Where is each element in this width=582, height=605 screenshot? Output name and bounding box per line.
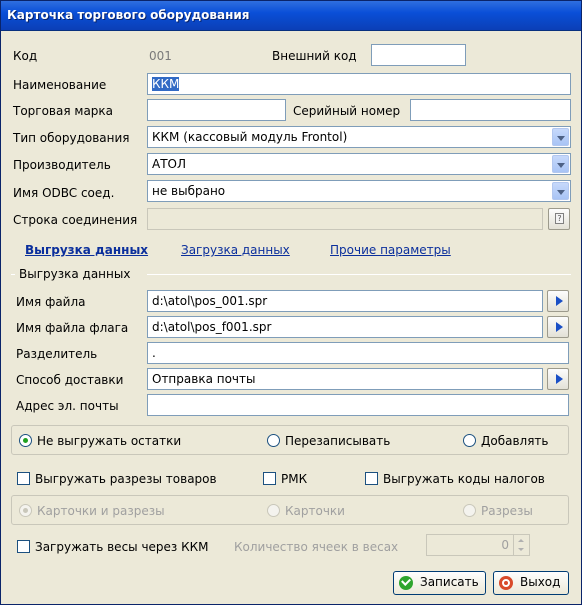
- radio-cards-label: Карточки: [285, 504, 345, 518]
- flag-file-browse-button[interactable]: [547, 316, 569, 338]
- window-title: Карточка торгового оборудования: [7, 8, 250, 22]
- help-icon: ?: [555, 213, 564, 224]
- spinner-arrows-icon: [518, 539, 524, 551]
- radio-cards[interactable]: [267, 504, 280, 517]
- manufacturer-select[interactable]: АТОЛ: [147, 153, 571, 175]
- name-label: Наименование: [13, 78, 107, 92]
- radio-slices[interactable]: [463, 504, 476, 517]
- group-line-right: [147, 274, 571, 275]
- email-label: Адрес эл. почты: [16, 399, 119, 413]
- equipment-type-label: Тип оборудования: [13, 131, 130, 145]
- manufacturer-value: АТОЛ: [152, 157, 187, 171]
- save-button-label: Записать: [420, 575, 479, 589]
- checkbox-rmk[interactable]: [263, 472, 276, 485]
- tab-other-params[interactable]: Прочие параметры: [330, 243, 451, 257]
- checkbox-rmk-label: РМК: [281, 472, 308, 486]
- file-input[interactable]: d:\atol\pos_001.spr: [147, 290, 543, 312]
- scale-cells-value: 0: [501, 538, 509, 552]
- odbc-label: Имя ODBC соед.: [13, 186, 115, 200]
- exit-button-label: Выход: [520, 575, 561, 589]
- code-value: 001: [149, 49, 172, 63]
- check-icon: [399, 576, 413, 590]
- name-value: ККМ: [152, 77, 180, 91]
- chevron-down-icon[interactable]: [552, 182, 569, 200]
- delivery-label: Способ доставки: [16, 373, 124, 387]
- chevron-down-icon[interactable]: [552, 128, 569, 146]
- serial-input[interactable]: [410, 99, 571, 121]
- exit-button[interactable]: Выход: [493, 571, 569, 595]
- radio-overwrite[interactable]: [267, 434, 280, 447]
- serial-label: Серийный номер: [293, 104, 401, 118]
- email-input[interactable]: [147, 394, 569, 416]
- equipment-type-select[interactable]: ККМ (кассовый модуль Frontol): [147, 126, 571, 148]
- name-input[interactable]: ККМ: [147, 73, 571, 95]
- checkbox-load-scales-label: Загружать весы через ККМ: [35, 540, 209, 554]
- radio-cards-and-slices[interactable]: [19, 504, 32, 517]
- radio-append[interactable]: [463, 434, 476, 447]
- tab-export[interactable]: Выгрузка данных: [25, 243, 148, 257]
- checkbox-export-slices-label: Выгружать разрезы товаров: [35, 472, 217, 486]
- radio-cards-and-slices-label: Карточки и разрезы: [37, 504, 165, 518]
- title-bar[interactable]: Карточка торгового оборудования: [1, 1, 581, 31]
- radio-slices-label: Разрезы: [481, 504, 533, 518]
- radio-append-label: Добавлять: [481, 434, 549, 448]
- checkbox-export-tax-codes-label: Выгружать коды налогов: [383, 472, 545, 486]
- external-code-label: Внешний код: [272, 49, 357, 63]
- brand-label: Торговая марка: [13, 104, 114, 118]
- scale-cells-label: Количество ячеек в весах: [234, 540, 399, 554]
- delivery-input[interactable]: Отправка почты: [147, 368, 543, 390]
- file-label: Имя файла: [16, 295, 86, 309]
- connection-label: Строка соединения: [13, 213, 138, 227]
- file-browse-button[interactable]: [547, 290, 569, 312]
- save-button[interactable]: Записать: [393, 571, 486, 595]
- checkbox-export-tax-codes[interactable]: [365, 472, 378, 485]
- radio-no-stock-label: Не выгружать остатки: [37, 434, 182, 448]
- tab-import[interactable]: Загрузка данных: [181, 243, 290, 257]
- flag-file-input[interactable]: d:\atol\pos_f001.spr: [147, 316, 543, 338]
- scale-cells-spinner[interactable]: [513, 534, 527, 556]
- exit-icon: [499, 576, 513, 590]
- chevron-down-icon[interactable]: [552, 155, 569, 173]
- radio-no-stock[interactable]: [19, 434, 32, 447]
- brand-input[interactable]: [147, 99, 286, 121]
- export-group-label: Выгрузка данных: [19, 267, 131, 281]
- checkbox-load-scales[interactable]: [17, 540, 30, 553]
- odbc-value: не выбрано: [152, 184, 226, 198]
- manufacturer-label: Производитель: [13, 158, 111, 172]
- external-code-input[interactable]: [371, 44, 466, 66]
- flag-file-label: Имя файла флага: [16, 321, 129, 335]
- odbc-select[interactable]: не выбрано: [147, 180, 571, 202]
- separator-input[interactable]: .: [147, 342, 569, 364]
- delivery-select-button[interactable]: [547, 368, 569, 390]
- connection-help-button[interactable]: ?: [548, 208, 570, 230]
- equipment-card-window: Карточка торгового оборудования Код 001 …: [0, 0, 582, 605]
- group-line-left: [11, 274, 15, 275]
- connection-input[interactable]: [147, 208, 543, 230]
- equipment-type-value: ККМ (кассовый модуль Frontol): [152, 130, 348, 144]
- checkbox-export-slices[interactable]: [17, 472, 30, 485]
- separator-label: Разделитель: [16, 347, 98, 361]
- code-label: Код: [13, 49, 38, 63]
- radio-overwrite-label: Перезаписывать: [285, 434, 391, 448]
